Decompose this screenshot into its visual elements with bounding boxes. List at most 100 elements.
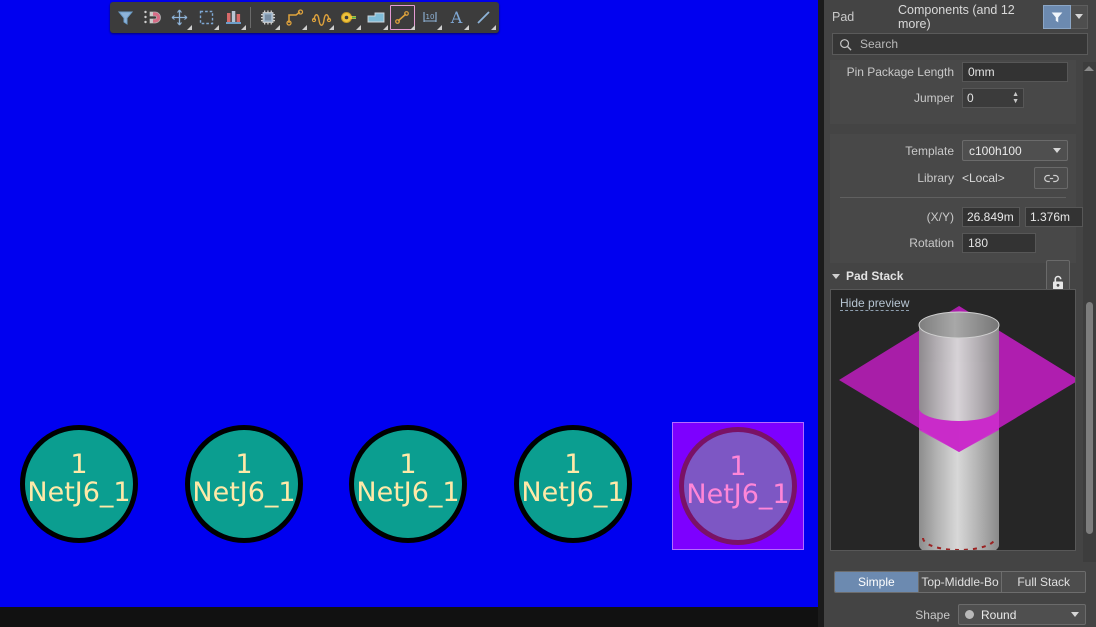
round-shape-icon — [965, 610, 974, 619]
pad-stack-preview[interactable]: Hide preview — [830, 289, 1076, 551]
search-box[interactable] — [832, 33, 1088, 55]
template-value: c100h100 — [969, 143, 1022, 158]
pad-stack-section-header[interactable]: Pad Stack — [824, 263, 1082, 289]
chevron-down-icon — [1071, 612, 1079, 617]
funnel-icon — [1051, 11, 1063, 22]
place-footprint-tool-button[interactable] — [254, 4, 281, 31]
properties-scroll-area[interactable]: Pin Package Length 0mm Jumper 0 ▲ ▼ Temp… — [824, 60, 1096, 565]
position-label: (X/Y) — [926, 210, 954, 224]
dropdown-corner-icon[interactable] — [187, 25, 192, 30]
pad-netname: NetJ6_1 — [686, 478, 790, 510]
jumper-stepper[interactable]: 0 ▲ ▼ — [962, 88, 1024, 108]
chip-icon — [260, 10, 275, 25]
dropdown-corner-icon[interactable] — [464, 25, 469, 30]
panel-header: Pad Components (and 12 more) — [824, 0, 1096, 33]
via-icon — [340, 12, 356, 23]
dropdown-corner-icon[interactable] — [356, 25, 361, 30]
pad-stack-mode-tabs[interactable]: Simple Top-Middle-Bo Full Stack — [834, 571, 1086, 593]
pin-package-length-label: Pin Package Length — [846, 65, 954, 79]
pin-package-length-field[interactable]: 0mm — [962, 62, 1068, 82]
pad-properties-group: Pin Package Length 0mm Jumper 0 ▲ ▼ — [830, 60, 1076, 124]
pad-3[interactable]: 1 NetJ6_1 — [349, 425, 467, 543]
search-input[interactable] — [858, 36, 1081, 52]
dropdown-corner-icon[interactable] — [329, 25, 334, 30]
pad-3d-render — [839, 306, 1075, 550]
chevron-down-icon — [1075, 14, 1083, 19]
search-row — [824, 33, 1096, 60]
place-dimension-tool-button[interactable]: 10 — [416, 4, 443, 31]
accordion-tune-icon — [311, 14, 331, 26]
dropdown-corner-icon[interactable] — [491, 25, 496, 30]
place-via-tool-button[interactable] — [335, 4, 362, 31]
text-a-icon: A — [450, 9, 463, 26]
route-track-icon — [285, 9, 303, 26]
pad-netname: NetJ6_1 — [356, 476, 460, 508]
move-tool-button[interactable] — [166, 4, 193, 31]
magnet-snap-tool-button[interactable] — [139, 4, 166, 31]
route-track-tool-button[interactable] — [281, 4, 308, 31]
filter-tool-button[interactable] — [112, 4, 139, 31]
place-pad-tool-button[interactable] — [389, 4, 416, 31]
tab-top-middle-bottom[interactable]: Top-Middle-Bo — [918, 572, 1003, 592]
pad-designator: 1 — [399, 448, 417, 480]
dropdown-corner-icon[interactable] — [302, 25, 307, 30]
area-select-tool-button[interactable] — [193, 4, 220, 31]
panel-filter-button[interactable] — [1043, 4, 1071, 29]
chevron-down-icon — [1053, 148, 1061, 153]
components-icon — [226, 11, 241, 24]
dropdown-corner-icon[interactable] — [383, 25, 388, 30]
template-label: Template — [905, 143, 954, 158]
template-row: Template c100h100 — [838, 140, 1068, 161]
position-row: (X/Y) 26.849m 1.376m — [838, 207, 1083, 227]
move-crosshair-icon — [171, 9, 188, 26]
dropdown-corner-icon[interactable] — [437, 25, 442, 30]
pad-2[interactable]: 1 NetJ6_1 — [185, 425, 303, 543]
tab-simple[interactable]: Simple — [835, 572, 919, 592]
pad-designator: 1 — [564, 448, 582, 480]
pad-designator: 1 — [70, 448, 88, 480]
collapse-triangle-icon[interactable] — [832, 273, 840, 279]
active-bar-toolbar[interactable]: 10 A — [110, 2, 499, 33]
shape-dropdown[interactable]: Round — [958, 604, 1086, 625]
jumper-value: 0 — [967, 91, 974, 105]
pad-stack-controls: Simple Top-Middle-Bo Full Stack Shape Ro… — [824, 565, 1096, 627]
template-dropdown[interactable]: c100h100 — [962, 140, 1068, 161]
application-window: 1 NetJ6_1 1 NetJ6_1 1 NetJ6_1 1 NetJ6_1 … — [0, 0, 1096, 627]
jumper-label: Jumper — [913, 91, 954, 105]
pad-netname: NetJ6_1 — [27, 476, 131, 508]
panel-scrollbar-thumb[interactable] — [1086, 302, 1093, 534]
place-component-tool-button[interactable] — [220, 4, 247, 31]
panel-scrollbar-track[interactable] — [1083, 62, 1096, 562]
pad-5-selected[interactable]: 1 NetJ6_1 — [679, 427, 797, 545]
canvas-bottom-gutter — [0, 607, 818, 627]
position-y-field[interactable]: 1.376m — [1025, 207, 1083, 227]
shape-row: Shape Round — [834, 604, 1086, 625]
dropdown-corner-icon[interactable] — [275, 25, 280, 30]
search-icon — [840, 38, 852, 51]
pad-netname: NetJ6_1 — [192, 476, 296, 508]
pad-1[interactable]: 1 NetJ6_1 — [20, 425, 138, 543]
panel-filter-dropdown-button[interactable] — [1071, 4, 1088, 29]
place-text-tool-button[interactable]: A — [443, 4, 470, 31]
stepper-arrows-icon[interactable]: ▲ ▼ — [1012, 91, 1019, 105]
tab-full-stack[interactable]: Full Stack — [1002, 572, 1085, 592]
library-link-button[interactable] — [1034, 167, 1068, 189]
template-location-group: Template c100h100 Library <Local> (X/Y) … — [830, 134, 1083, 304]
place-polygon-tool-button[interactable] — [362, 4, 389, 31]
svg-text:A: A — [450, 9, 463, 26]
position-x-field[interactable]: 26.849m — [962, 207, 1020, 227]
funnel-icon — [117, 11, 134, 25]
panel-selection-summary: Components (and 12 more) — [898, 2, 1015, 31]
rotation-row: Rotation 180 — [838, 233, 1068, 253]
rotation-field[interactable]: 180 — [962, 233, 1036, 253]
tune-length-tool-button[interactable] — [308, 4, 335, 31]
pcb-canvas[interactable]: 1 NetJ6_1 1 NetJ6_1 1 NetJ6_1 1 NetJ6_1 … — [0, 0, 818, 607]
pad-4[interactable]: 1 NetJ6_1 — [514, 425, 632, 543]
dropdown-corner-icon[interactable] — [241, 25, 246, 30]
dropdown-corner-icon[interactable] — [410, 25, 415, 30]
scroll-up-arrow-icon[interactable] — [1084, 66, 1094, 71]
marquee-select-icon — [199, 10, 214, 25]
place-line-tool-button[interactable] — [470, 4, 497, 31]
svg-text:10: 10 — [425, 13, 434, 21]
dropdown-corner-icon[interactable] — [214, 25, 219, 30]
